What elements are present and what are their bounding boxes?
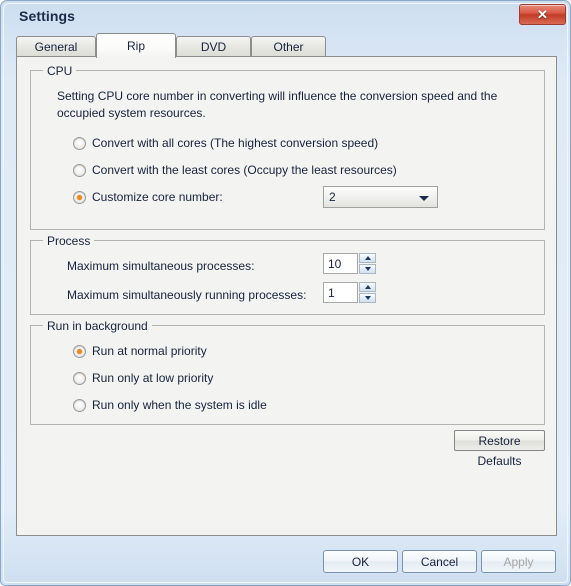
chevron-down-icon bbox=[419, 196, 429, 201]
tab-strip: General Rip DVD Other bbox=[16, 33, 557, 58]
radio-label: Convert with all cores (The highest conv… bbox=[92, 136, 379, 150]
radio-indicator bbox=[73, 344, 86, 358]
restore-defaults-button[interactable]: Restore Defaults bbox=[454, 430, 545, 468]
stepper-up-icon[interactable] bbox=[359, 253, 376, 263]
tab-dvd[interactable]: DVD bbox=[176, 36, 251, 57]
cpu-group-label: CPU bbox=[43, 64, 77, 78]
max-simultaneous-processes-value: 10 bbox=[328, 257, 342, 271]
radio-indicator bbox=[73, 398, 86, 412]
max-running-processes-value: 1 bbox=[328, 286, 335, 300]
stepper-down-icon[interactable] bbox=[359, 293, 376, 303]
close-icon: ✕ bbox=[537, 7, 548, 22]
radio-convert-least-cores[interactable]: Convert with the least cores (Occupy the… bbox=[73, 163, 397, 177]
stepper-down-icon[interactable] bbox=[359, 264, 376, 274]
ok-button[interactable]: OK bbox=[323, 550, 398, 573]
radio-indicator bbox=[73, 163, 86, 177]
radio-indicator bbox=[73, 136, 86, 150]
radio-run-when-idle[interactable]: Run only when the system is idle bbox=[73, 398, 267, 412]
radio-run-normal-priority[interactable]: Run at normal priority bbox=[73, 344, 207, 358]
radio-customize-core-number[interactable]: Customize core number: bbox=[73, 190, 223, 204]
close-button[interactable]: ✕ bbox=[519, 4, 566, 25]
radio-label: Run only when the system is idle bbox=[92, 398, 267, 412]
cpu-group: CPU Setting CPU core number in convertin… bbox=[30, 64, 545, 230]
stepper-buttons bbox=[359, 282, 376, 303]
radio-indicator bbox=[73, 190, 86, 204]
rip-tab-panel: CPU Setting CPU core number in convertin… bbox=[16, 56, 557, 536]
tab-other[interactable]: Other bbox=[251, 36, 326, 57]
radio-indicator bbox=[73, 371, 86, 385]
apply-button: Apply bbox=[481, 550, 556, 573]
cpu-description: Setting CPU core number in converting wi… bbox=[57, 89, 498, 120]
run-in-background-group: Run in background Run at normal priority… bbox=[30, 319, 545, 425]
tab-rip[interactable]: Rip bbox=[96, 33, 176, 58]
window-title: Settings bbox=[19, 8, 76, 24]
core-number-value: 2 bbox=[329, 190, 336, 204]
radio-label: Convert with the least cores (Occupy the… bbox=[92, 163, 397, 177]
radio-label: Run only at low priority bbox=[92, 371, 214, 385]
tab-general[interactable]: General bbox=[16, 36, 96, 57]
cancel-button[interactable]: Cancel bbox=[402, 550, 477, 573]
max-simultaneous-processes-label: Maximum simultaneous processes: bbox=[67, 259, 255, 273]
process-group: Process Maximum simultaneous processes: … bbox=[30, 234, 545, 315]
max-running-processes-input[interactable]: 1 bbox=[323, 282, 358, 303]
core-number-dropdown[interactable]: 2 bbox=[323, 186, 438, 208]
max-running-processes-label: Maximum simultaneously running processes… bbox=[67, 288, 307, 302]
run-in-background-group-label: Run in background bbox=[43, 319, 152, 333]
radio-run-low-priority[interactable]: Run only at low priority bbox=[73, 371, 213, 385]
settings-dialog-window: Settings ✕ General Rip DVD Other CPU Set… bbox=[0, 0, 571, 586]
stepper-buttons bbox=[359, 253, 376, 274]
radio-convert-all-cores[interactable]: Convert with all cores (The highest conv… bbox=[73, 136, 378, 150]
max-simultaneous-processes-input[interactable]: 10 bbox=[323, 253, 358, 274]
radio-label: Run at normal priority bbox=[92, 344, 207, 358]
stepper-up-icon[interactable] bbox=[359, 282, 376, 292]
process-group-label: Process bbox=[43, 234, 95, 248]
radio-label: Customize core number: bbox=[92, 190, 223, 204]
max-simultaneous-processes-stepper[interactable]: 10 bbox=[323, 253, 376, 274]
max-running-processes-stepper[interactable]: 1 bbox=[323, 282, 376, 303]
title-bar: Settings ✕ bbox=[4, 4, 569, 30]
